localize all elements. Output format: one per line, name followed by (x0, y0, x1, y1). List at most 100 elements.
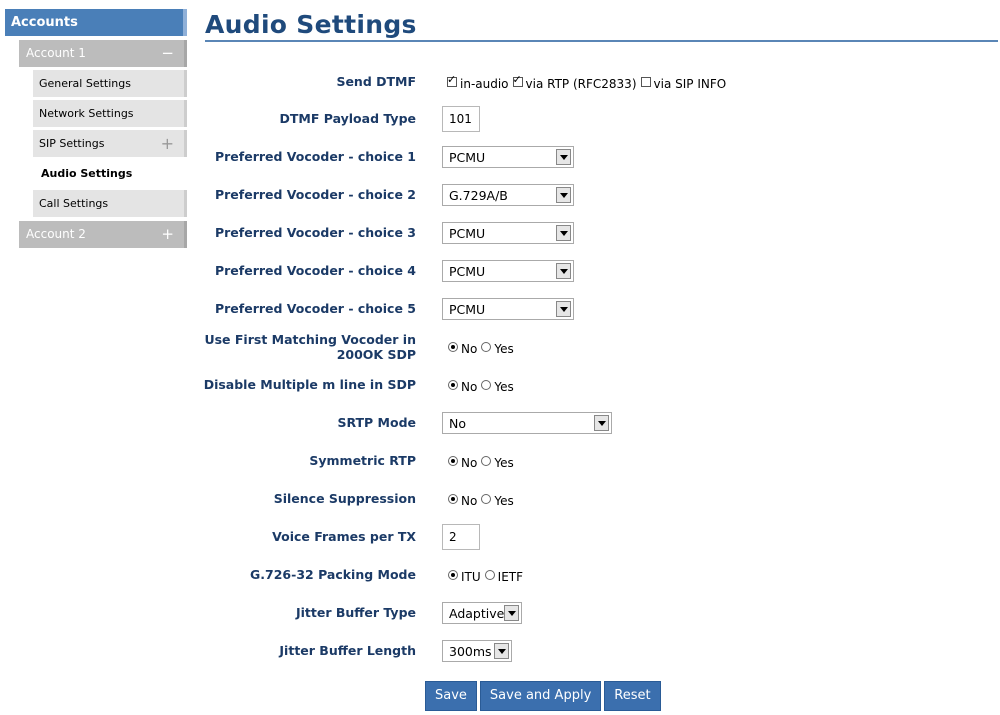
dtmf-payload-row: DTMF Payload Type 101 (200, 104, 990, 134)
vocoder-2-select[interactable]: G.729A/B (442, 184, 574, 206)
jitter-length-value: 300ms (449, 643, 492, 659)
symmetric-rtp-row: Symmetric RTP No Yes (200, 446, 990, 476)
frames-label: Voice Frames per TX (272, 529, 416, 544)
dtmf-sip-info-label: via SIP INFO (653, 77, 727, 91)
vocoder-5-row: Preferred Vocoder - choice 5 PCMU (200, 294, 990, 324)
g726-ietf-radio[interactable] (484, 570, 495, 580)
frames-row: Voice Frames per TX 2 (200, 522, 990, 552)
vocoder-4-select[interactable]: PCMU (442, 260, 574, 282)
symmetric-no-radio[interactable] (448, 456, 458, 466)
vocoder-1-select[interactable]: PCMU (442, 146, 574, 168)
silence-no-radio[interactable] (448, 494, 458, 504)
vocoder-5-select[interactable]: PCMU (442, 298, 574, 320)
sidebar-accounts-header[interactable]: Accounts (5, 9, 187, 36)
dropdown-arrow-icon[interactable] (494, 643, 509, 659)
srtp-label: SRTP Mode (337, 415, 416, 430)
disable-m-yes-radio[interactable] (481, 380, 492, 390)
g726-label: G.726-32 Packing Mode (250, 567, 416, 582)
jitter-type-row: Jitter Buffer Type Adaptive (200, 598, 990, 628)
sidebar-item-call-settings[interactable]: Call Settings (33, 190, 187, 217)
send-dtmf-label: Send DTMF (336, 74, 416, 89)
sidebar-account-2[interactable]: Account 2 + (19, 221, 187, 248)
sidebar-account-2-label: Account 2 (26, 227, 86, 241)
sidebar-account-1[interactable]: Account 1 − (19, 40, 187, 67)
sidebar-item-label: SIP Settings (39, 137, 105, 150)
jitter-type-value: Adaptive (449, 605, 505, 621)
vocoder-5-label: Preferred Vocoder - choice 5 (214, 301, 416, 316)
vocoder-3-value: PCMU (449, 225, 486, 241)
vocoder-1-label: Preferred Vocoder - choice 1 (214, 149, 416, 164)
page-title: Audio Settings (205, 10, 417, 39)
srtp-value: No (449, 415, 466, 431)
vocoder-2-value: G.729A/B (449, 187, 508, 203)
vocoder-2-label: Preferred Vocoder - choice 2 (214, 187, 416, 202)
save-and-apply-button[interactable]: Save and Apply (479, 681, 602, 711)
g726-itu-label: ITU (461, 570, 481, 584)
dropdown-arrow-icon[interactable] (594, 415, 609, 431)
vocoder-2-row: Preferred Vocoder - choice 2 G.729A/B (200, 180, 990, 210)
dropdown-arrow-icon[interactable] (556, 263, 571, 279)
sidebar-account-1-label: Account 1 (26, 46, 86, 60)
title-divider (205, 40, 998, 42)
expand-icon[interactable]: + (161, 130, 174, 157)
g726-itu-radio[interactable] (448, 570, 458, 580)
dropdown-arrow-icon[interactable] (556, 225, 571, 241)
jitter-length-label: Jitter Buffer Length (279, 643, 416, 658)
first-match-label-line2: 200OK SDP (336, 347, 416, 362)
vocoder-3-row: Preferred Vocoder - choice 3 PCMU (200, 218, 990, 248)
reset-button[interactable]: Reset (604, 681, 661, 711)
save-button[interactable]: Save (425, 681, 477, 711)
dtmf-rtp-label: via RTP (RFC2833) (525, 77, 637, 91)
jitter-length-row: Jitter Buffer Length 300ms (200, 636, 990, 666)
silence-yes-label: Yes (494, 494, 514, 508)
expand-icon[interactable]: + (161, 221, 174, 248)
send-dtmf-row: Send DTMF in-audio via RTP (RFC2833) via… (200, 67, 990, 97)
dropdown-arrow-icon[interactable] (556, 187, 571, 203)
silence-label: Silence Suppression (273, 491, 416, 506)
first-match-yes-label: Yes (494, 342, 514, 356)
vocoder-4-value: PCMU (449, 263, 486, 279)
dropdown-arrow-icon[interactable] (556, 301, 571, 317)
vocoder-4-row: Preferred Vocoder - choice 4 PCMU (200, 256, 990, 286)
jitter-type-label: Jitter Buffer Type (295, 605, 416, 620)
dtmf-payload-input[interactable]: 101 (442, 106, 480, 132)
symmetric-yes-label: Yes (494, 456, 514, 470)
srtp-select[interactable]: No (442, 412, 612, 434)
dtmf-in-audio-checkbox[interactable] (447, 73, 457, 87)
first-match-label-line1: Use First Matching Vocoder in (204, 332, 416, 347)
srtp-row: SRTP Mode No (200, 408, 990, 438)
dtmf-in-audio-label: in-audio (460, 77, 509, 91)
silence-row: Silence Suppression No Yes (200, 484, 990, 514)
vocoder-1-row: Preferred Vocoder - choice 1 PCMU (200, 142, 990, 172)
disable-m-yes-label: Yes (494, 380, 514, 394)
first-match-label: Use First Matching Vocoder in 200OK SDP (186, 332, 416, 362)
disable-m-row: Disable Multiple m line in SDP No Yes (200, 370, 990, 400)
vocoder-3-label: Preferred Vocoder - choice 3 (214, 225, 416, 240)
g726-ietf-label: IETF (497, 570, 524, 584)
dropdown-arrow-icon[interactable] (556, 149, 571, 165)
collapse-icon[interactable]: − (161, 40, 174, 67)
sidebar-item-network-settings[interactable]: Network Settings (33, 100, 187, 127)
dtmf-rtp-checkbox[interactable] (512, 73, 523, 87)
jitter-type-select[interactable]: Adaptive (442, 602, 522, 624)
disable-m-label: Disable Multiple m line in SDP (203, 377, 416, 392)
vocoder-3-select[interactable]: PCMU (442, 222, 574, 244)
vocoder-1-value: PCMU (449, 149, 486, 165)
symmetric-yes-radio[interactable] (481, 456, 492, 466)
first-match-no-radio[interactable] (448, 342, 458, 352)
silence-yes-radio[interactable] (481, 494, 492, 504)
dropdown-arrow-icon[interactable] (504, 605, 519, 621)
sidebar-item-sip-settings[interactable]: SIP Settings + (33, 130, 187, 157)
sidebar-item-general-settings[interactable]: General Settings (33, 70, 187, 97)
disable-m-no-label: No (461, 380, 478, 394)
first-match-yes-radio[interactable] (481, 342, 492, 352)
frames-input[interactable]: 2 (442, 524, 480, 550)
silence-no-label: No (461, 494, 478, 508)
disable-m-no-radio[interactable] (448, 380, 458, 390)
jitter-length-select[interactable]: 300ms (442, 640, 512, 662)
dtmf-sip-info-checkbox[interactable] (640, 77, 651, 87)
g726-row: G.726-32 Packing Mode ITU IETF (200, 560, 990, 590)
first-match-no-label: No (461, 342, 478, 356)
symmetric-rtp-label: Symmetric RTP (309, 453, 416, 468)
sidebar-item-audio-settings[interactable]: Audio Settings (33, 160, 187, 187)
